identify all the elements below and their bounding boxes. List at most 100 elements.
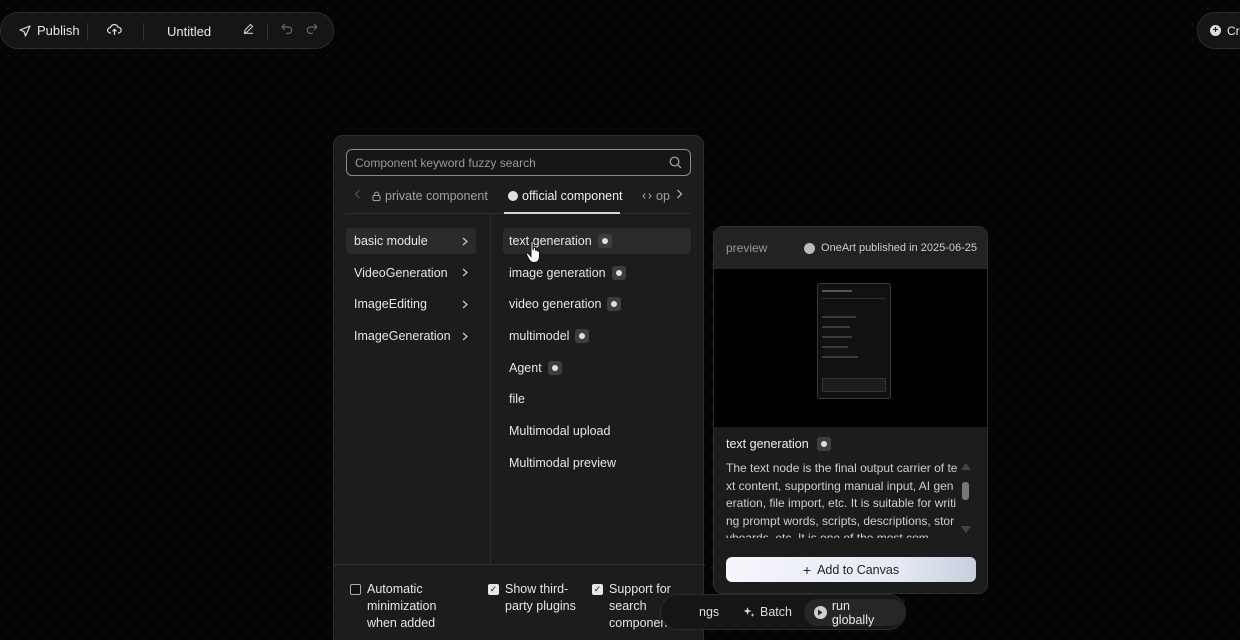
- search-icon[interactable]: [669, 156, 682, 169]
- redo-icon: [306, 23, 318, 34]
- search-input[interactable]: [355, 155, 669, 170]
- redo-button[interactable]: [306, 23, 318, 34]
- sparkle-icon: [743, 607, 755, 617]
- mock-line: [822, 316, 856, 318]
- category-video-generation[interactable]: VideoGeneration: [346, 260, 476, 286]
- tab-open-source[interactable]: op: [642, 189, 670, 203]
- cloud-upload-button[interactable]: [107, 23, 122, 36]
- category-list: basic module VideoGeneration ImageEditin…: [346, 228, 476, 355]
- category-label: basic module: [354, 234, 428, 248]
- category-image-generation[interactable]: ImageGeneration: [346, 323, 476, 349]
- component-picker-panel: private component official component op …: [333, 135, 705, 640]
- component-file[interactable]: file: [503, 386, 691, 412]
- tab-official-component[interactable]: official component: [508, 189, 623, 203]
- tab-label: official component: [522, 189, 623, 203]
- component-multimodel[interactable]: multimodel: [503, 323, 691, 349]
- preview-header: preview OneArt published in 2025-06-25: [714, 227, 987, 269]
- scroll-up-arrow-icon[interactable]: [961, 463, 971, 470]
- component-label: video generation: [509, 297, 602, 312]
- category-label: ImageEditing: [354, 297, 427, 312]
- preview-thumbnail: [714, 269, 987, 427]
- component-label: image generation: [509, 265, 606, 280]
- component-multimodal-upload[interactable]: Multimodal upload: [503, 418, 691, 444]
- panel-footer-divider: [334, 564, 705, 565]
- preview-label: preview: [726, 241, 768, 255]
- bottom-action-bar: ngs Batch run globally: [660, 594, 906, 630]
- component-video-generation[interactable]: video generation: [503, 291, 691, 317]
- settings-button[interactable]: ngs: [699, 605, 719, 619]
- cloud-upload-icon: [107, 24, 122, 35]
- checkbox-checked[interactable]: ✓: [488, 584, 499, 595]
- tab-scroll-left[interactable]: [354, 189, 361, 199]
- official-badge-icon: [597, 234, 612, 248]
- publisher-text: OneArt published in 2025-06-25: [821, 242, 977, 254]
- settings-label: ngs: [699, 605, 720, 619]
- publisher-logo-icon: [804, 242, 816, 254]
- search-box[interactable]: [346, 149, 691, 176]
- chevron-right-icon: [462, 268, 468, 277]
- official-badge-icon: [611, 265, 626, 280]
- pencil-icon: [243, 23, 254, 34]
- component-multimodal-preview[interactable]: Multimodal preview: [503, 450, 691, 476]
- batch-button[interactable]: Batch: [743, 605, 792, 619]
- tab-label: private component: [385, 189, 488, 203]
- component-list: text generation image generation video g…: [503, 228, 691, 482]
- tab-private-component[interactable]: private component: [372, 189, 488, 203]
- component-label: Multimodal upload: [509, 424, 611, 439]
- send-icon: [19, 24, 31, 37]
- mock-line: [822, 298, 886, 299]
- category-image-editing[interactable]: ImageEditing: [346, 291, 476, 317]
- component-label: Agent: [509, 360, 542, 375]
- official-badge-icon: [816, 437, 831, 451]
- component-label: Multimodal preview: [509, 455, 616, 470]
- scroll-thumb[interactable]: [962, 482, 969, 500]
- run-globally-button[interactable]: run globally: [804, 599, 905, 627]
- plus-circle-icon: +: [1210, 25, 1221, 36]
- option-label: Automatic minimization when added: [367, 582, 437, 630]
- active-tab-indicator: [504, 212, 620, 214]
- checkbox[interactable]: [350, 584, 361, 595]
- description-scrollbar[interactable]: [960, 463, 972, 535]
- official-logo-icon: [508, 191, 518, 201]
- publish-label: Publish: [37, 23, 80, 38]
- component-text-generation[interactable]: text generation: [503, 228, 691, 254]
- chevron-right-icon: [462, 300, 468, 309]
- chevron-right-icon: [677, 189, 683, 199]
- component-label: file: [509, 392, 525, 407]
- category-label: VideoGeneration: [354, 265, 448, 280]
- option-label: Show third-party plugins: [505, 582, 576, 613]
- mock-ui-thumbnail: [817, 283, 891, 399]
- official-badge-icon: [575, 329, 590, 344]
- scroll-down-arrow-icon[interactable]: [961, 526, 971, 533]
- create-button[interactable]: + Cr: [1197, 12, 1240, 49]
- component-label: text generation: [509, 234, 592, 248]
- toolbar-divider: [267, 23, 268, 41]
- lock-icon: [372, 191, 381, 201]
- mock-line: [822, 356, 858, 358]
- category-basic-module[interactable]: basic module: [346, 228, 476, 254]
- tab-label: op: [656, 189, 670, 203]
- toolbar-divider: [143, 23, 144, 41]
- chevron-right-icon: [462, 332, 468, 341]
- add-to-canvas-button[interactable]: + Add to Canvas: [726, 557, 976, 582]
- component-label: multimodel: [509, 329, 570, 344]
- official-badge-icon: [607, 297, 622, 312]
- checkbox-checked[interactable]: ✓: [592, 584, 603, 595]
- tab-scroll-right[interactable]: [676, 189, 683, 199]
- add-to-canvas-label: Add to Canvas: [817, 562, 900, 577]
- undo-icon: [281, 23, 293, 34]
- document-title[interactable]: Untitled: [167, 24, 211, 39]
- category-label: ImageGeneration: [354, 329, 451, 344]
- mock-line: [822, 336, 852, 338]
- publish-button[interactable]: Publish: [19, 23, 80, 38]
- publisher-info: OneArt published in 2025-06-25: [804, 242, 977, 254]
- official-badge-icon: [547, 360, 562, 375]
- plus-icon: +: [802, 561, 812, 578]
- component-agent[interactable]: Agent: [503, 355, 691, 381]
- rename-button[interactable]: [243, 23, 254, 34]
- option-show-third-party[interactable]: ✓ Show third-party plugins: [488, 581, 578, 615]
- component-image-generation[interactable]: image generation: [503, 260, 691, 286]
- mock-input: [822, 378, 886, 392]
- option-auto-minimize[interactable]: Automatic minimization when added: [350, 581, 460, 632]
- undo-button[interactable]: [281, 23, 293, 34]
